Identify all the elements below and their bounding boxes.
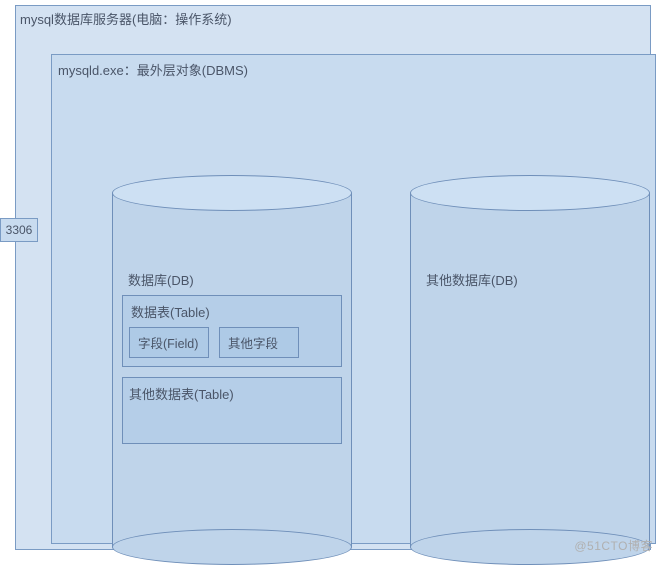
other-database-content: 其他数据库(DB) bbox=[410, 215, 650, 545]
database-label: 数据库(DB) bbox=[128, 270, 344, 289]
watermark: @51CTO博客 bbox=[574, 537, 653, 554]
other-database-cylinder: 其他数据库(DB) bbox=[410, 175, 650, 565]
database-content: 数据库(DB) 数据表(Table) 字段(Field) 其他字段 其他数据表(… bbox=[112, 215, 352, 545]
port-box: 3306 bbox=[0, 218, 38, 242]
fields-row: 字段(Field) 其他字段 bbox=[129, 327, 335, 358]
other-table-box: 其他数据表(Table) bbox=[122, 377, 342, 444]
port-label: 3306 bbox=[6, 223, 33, 237]
table-label: 数据表(Table) bbox=[131, 302, 335, 321]
database-cylinder: 数据库(DB) 数据表(Table) 字段(Field) 其他字段 其他数据表(… bbox=[112, 175, 352, 565]
dbms-label: mysqld.exe：最外层对象(DBMS) bbox=[58, 60, 248, 79]
other-field-box: 其他字段 bbox=[219, 327, 299, 358]
cylinder-top bbox=[112, 175, 352, 211]
other-database-label: 其他数据库(DB) bbox=[426, 270, 642, 289]
other-table-label: 其他数据表(Table) bbox=[129, 384, 335, 403]
mysql-server-label: mysql数据库服务器(电脑：操作系统) bbox=[20, 9, 232, 28]
table-box: 数据表(Table) 字段(Field) 其他字段 bbox=[122, 295, 342, 367]
cylinder-top bbox=[410, 175, 650, 211]
field-box: 字段(Field) bbox=[129, 327, 209, 358]
mysql-server-box: mysql数据库服务器(电脑：操作系统) mysqld.exe：最外层对象(DB… bbox=[15, 5, 651, 550]
dbms-box: mysqld.exe：最外层对象(DBMS) 数据库(DB) 数据表(Table… bbox=[51, 54, 656, 544]
